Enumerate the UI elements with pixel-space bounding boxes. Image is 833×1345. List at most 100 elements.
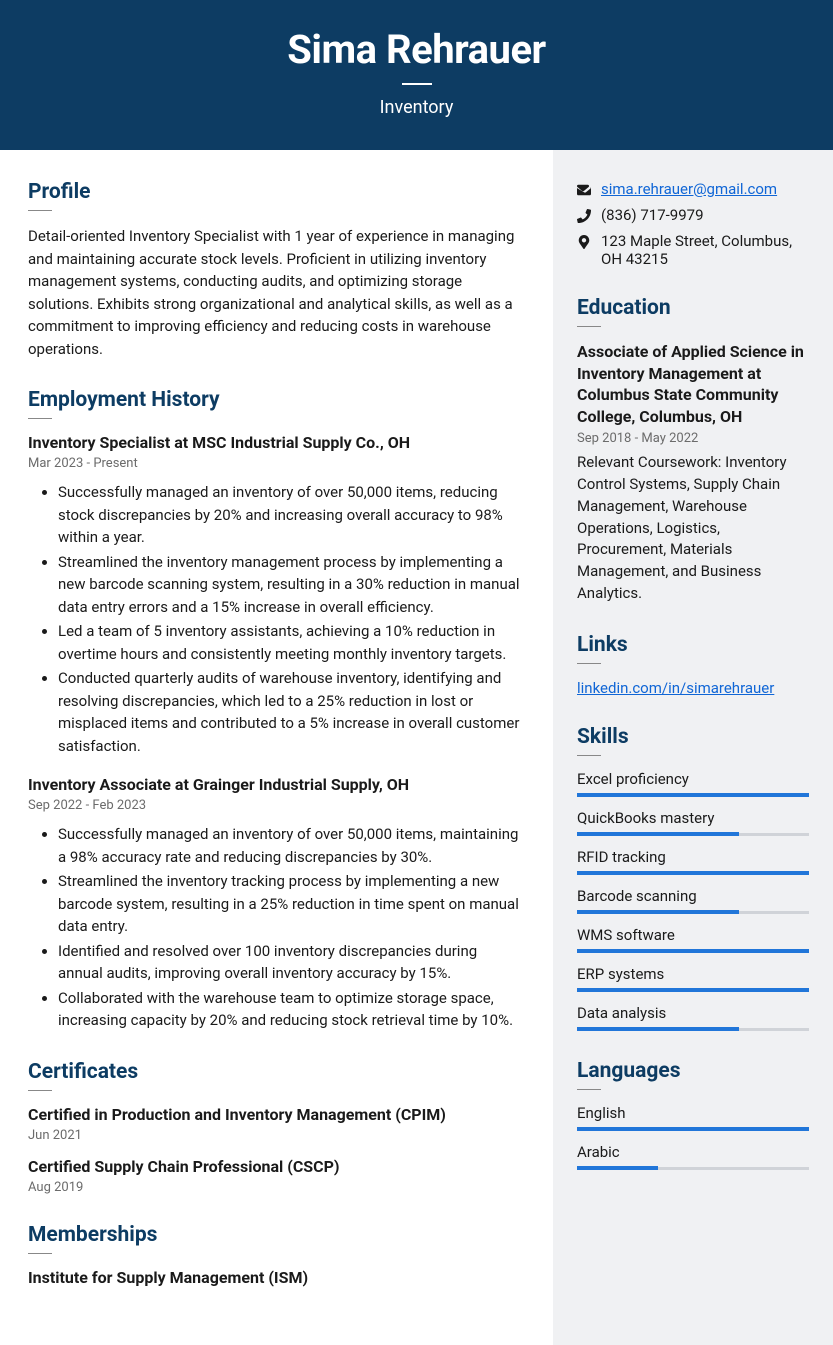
skill-fill bbox=[577, 793, 809, 797]
skill-fill bbox=[577, 871, 809, 875]
profile-section: Profile Detail-oriented Inventory Specia… bbox=[28, 180, 525, 360]
skills-section: Skills Excel proficiencyQuickBooks maste… bbox=[577, 725, 809, 1031]
certificate-title: Certified in Production and Inventory Ma… bbox=[28, 1105, 525, 1124]
job-date: Mar 2023 - Present bbox=[28, 456, 525, 471]
job-date: Sep 2022 - Feb 2023 bbox=[28, 798, 525, 813]
skill-item: RFID tracking bbox=[577, 848, 809, 875]
skill-bar bbox=[577, 833, 809, 836]
certificate-title: Certified Supply Chain Professional (CSC… bbox=[28, 1157, 525, 1176]
education-text: Relevant Coursework: Inventory Control S… bbox=[577, 452, 809, 604]
certificate-item: Certified in Production and Inventory Ma… bbox=[28, 1105, 525, 1143]
resume-header: Sima Rehrauer Inventory bbox=[0, 0, 833, 150]
job-title: Inventory Associate at Grainger Industri… bbox=[28, 775, 525, 794]
links-section: Links linkedin.com/in/simarehrauer bbox=[577, 633, 809, 697]
skill-name: Data analysis bbox=[577, 1004, 809, 1022]
skill-fill bbox=[577, 949, 809, 953]
location-icon bbox=[577, 235, 591, 253]
skill-item: QuickBooks mastery bbox=[577, 809, 809, 836]
language-bar bbox=[577, 1167, 809, 1170]
contact-address-row: 123 Maple Street, Columbus, OH 43215 bbox=[577, 232, 809, 268]
job-item: Inventory Specialist at MSC Industrial S… bbox=[28, 433, 525, 757]
skill-bar bbox=[577, 989, 809, 992]
section-underline bbox=[577, 663, 601, 664]
job-bullet: Collaborated with the warehouse team to … bbox=[58, 987, 525, 1032]
skill-bar bbox=[577, 794, 809, 797]
certificate-date: Jun 2021 bbox=[28, 1128, 525, 1143]
certificate-item: Certified Supply Chain Professional (CSC… bbox=[28, 1157, 525, 1195]
job-bullet: Successfully managed an inventory of ove… bbox=[58, 481, 525, 549]
contact-section: sima.rehrauer@gmail.com (836) 717-9979 1… bbox=[577, 180, 809, 268]
language-fill bbox=[577, 1166, 658, 1170]
certificates-section: Certificates Certified in Production and… bbox=[28, 1060, 525, 1195]
languages-heading: Languages bbox=[577, 1059, 809, 1083]
job-bullet: Led a team of 5 inventory assistants, ac… bbox=[58, 620, 525, 665]
skill-name: ERP systems bbox=[577, 965, 809, 983]
education-heading: Education bbox=[577, 296, 809, 320]
language-fill bbox=[577, 1127, 809, 1131]
resume-content: Profile Detail-oriented Inventory Specia… bbox=[0, 150, 833, 1345]
job-title: Inventory Specialist at MSC Industrial S… bbox=[28, 433, 525, 452]
employment-section: Employment History Inventory Specialist … bbox=[28, 388, 525, 1032]
section-underline bbox=[28, 210, 52, 211]
person-name: Sima Rehrauer bbox=[0, 26, 833, 73]
section-underline bbox=[28, 1253, 52, 1254]
skill-name: Excel proficiency bbox=[577, 770, 809, 788]
language-item: English bbox=[577, 1104, 809, 1131]
sidebar-column: sima.rehrauer@gmail.com (836) 717-9979 1… bbox=[553, 150, 833, 1345]
skill-item: Excel proficiency bbox=[577, 770, 809, 797]
job-item: Inventory Associate at Grainger Industri… bbox=[28, 775, 525, 1032]
skill-fill bbox=[577, 1027, 739, 1031]
contact-phone: (836) 717-9979 bbox=[601, 206, 704, 224]
language-item: Arabic bbox=[577, 1143, 809, 1170]
profile-heading: Profile bbox=[28, 180, 525, 204]
language-bar bbox=[577, 1128, 809, 1131]
email-icon bbox=[577, 183, 591, 201]
profile-text: Detail-oriented Inventory Specialist wit… bbox=[28, 225, 525, 360]
skill-fill bbox=[577, 910, 739, 914]
section-underline bbox=[28, 1090, 52, 1091]
section-underline bbox=[28, 418, 52, 419]
contact-email[interactable]: sima.rehrauer@gmail.com bbox=[601, 180, 777, 198]
contact-phone-row: (836) 717-9979 bbox=[577, 206, 809, 227]
header-divider bbox=[402, 83, 432, 85]
job-bullets: Successfully managed an inventory of ove… bbox=[28, 823, 525, 1032]
languages-section: Languages English Arabic bbox=[577, 1059, 809, 1170]
skill-fill bbox=[577, 832, 739, 836]
person-title: Inventory bbox=[0, 97, 833, 118]
memberships-heading: Memberships bbox=[28, 1223, 525, 1247]
links-heading: Links bbox=[577, 633, 809, 657]
membership-title: Institute for Supply Management (ISM) bbox=[28, 1268, 525, 1287]
skill-item: Barcode scanning bbox=[577, 887, 809, 914]
education-section: Education Associate of Applied Science i… bbox=[577, 296, 809, 605]
skill-name: QuickBooks mastery bbox=[577, 809, 809, 827]
skill-fill bbox=[577, 988, 809, 992]
section-underline bbox=[577, 326, 601, 327]
skill-name: RFID tracking bbox=[577, 848, 809, 866]
job-bullet: Streamlined the inventory management pro… bbox=[58, 551, 525, 619]
job-bullet: Successfully managed an inventory of ove… bbox=[58, 823, 525, 868]
skill-bar bbox=[577, 872, 809, 875]
skill-bar bbox=[577, 911, 809, 914]
education-title: Associate of Applied Science in Inventor… bbox=[577, 341, 809, 427]
skill-name: WMS software bbox=[577, 926, 809, 944]
job-bullet: Conducted quarterly audits of warehouse … bbox=[58, 667, 525, 757]
linkedin-link[interactable]: linkedin.com/in/simarehrauer bbox=[577, 679, 774, 697]
memberships-section: Memberships Institute for Supply Managem… bbox=[28, 1223, 525, 1287]
contact-email-row: sima.rehrauer@gmail.com bbox=[577, 180, 809, 201]
section-underline bbox=[577, 1089, 601, 1090]
skill-bar bbox=[577, 950, 809, 953]
skill-item: WMS software bbox=[577, 926, 809, 953]
language-name: English bbox=[577, 1104, 809, 1122]
job-bullet: Identified and resolved over 100 invento… bbox=[58, 940, 525, 985]
phone-icon bbox=[577, 209, 591, 227]
job-bullet: Streamlined the inventory tracking proce… bbox=[58, 870, 525, 938]
job-bullets: Successfully managed an inventory of ove… bbox=[28, 481, 525, 757]
main-column: Profile Detail-oriented Inventory Specia… bbox=[0, 150, 553, 1345]
education-date: Sep 2018 - May 2022 bbox=[577, 431, 809, 446]
language-name: Arabic bbox=[577, 1143, 809, 1161]
contact-address: 123 Maple Street, Columbus, OH 43215 bbox=[601, 232, 809, 268]
skill-name: Barcode scanning bbox=[577, 887, 809, 905]
skill-bar bbox=[577, 1028, 809, 1031]
employment-heading: Employment History bbox=[28, 388, 525, 412]
section-underline bbox=[577, 755, 601, 756]
